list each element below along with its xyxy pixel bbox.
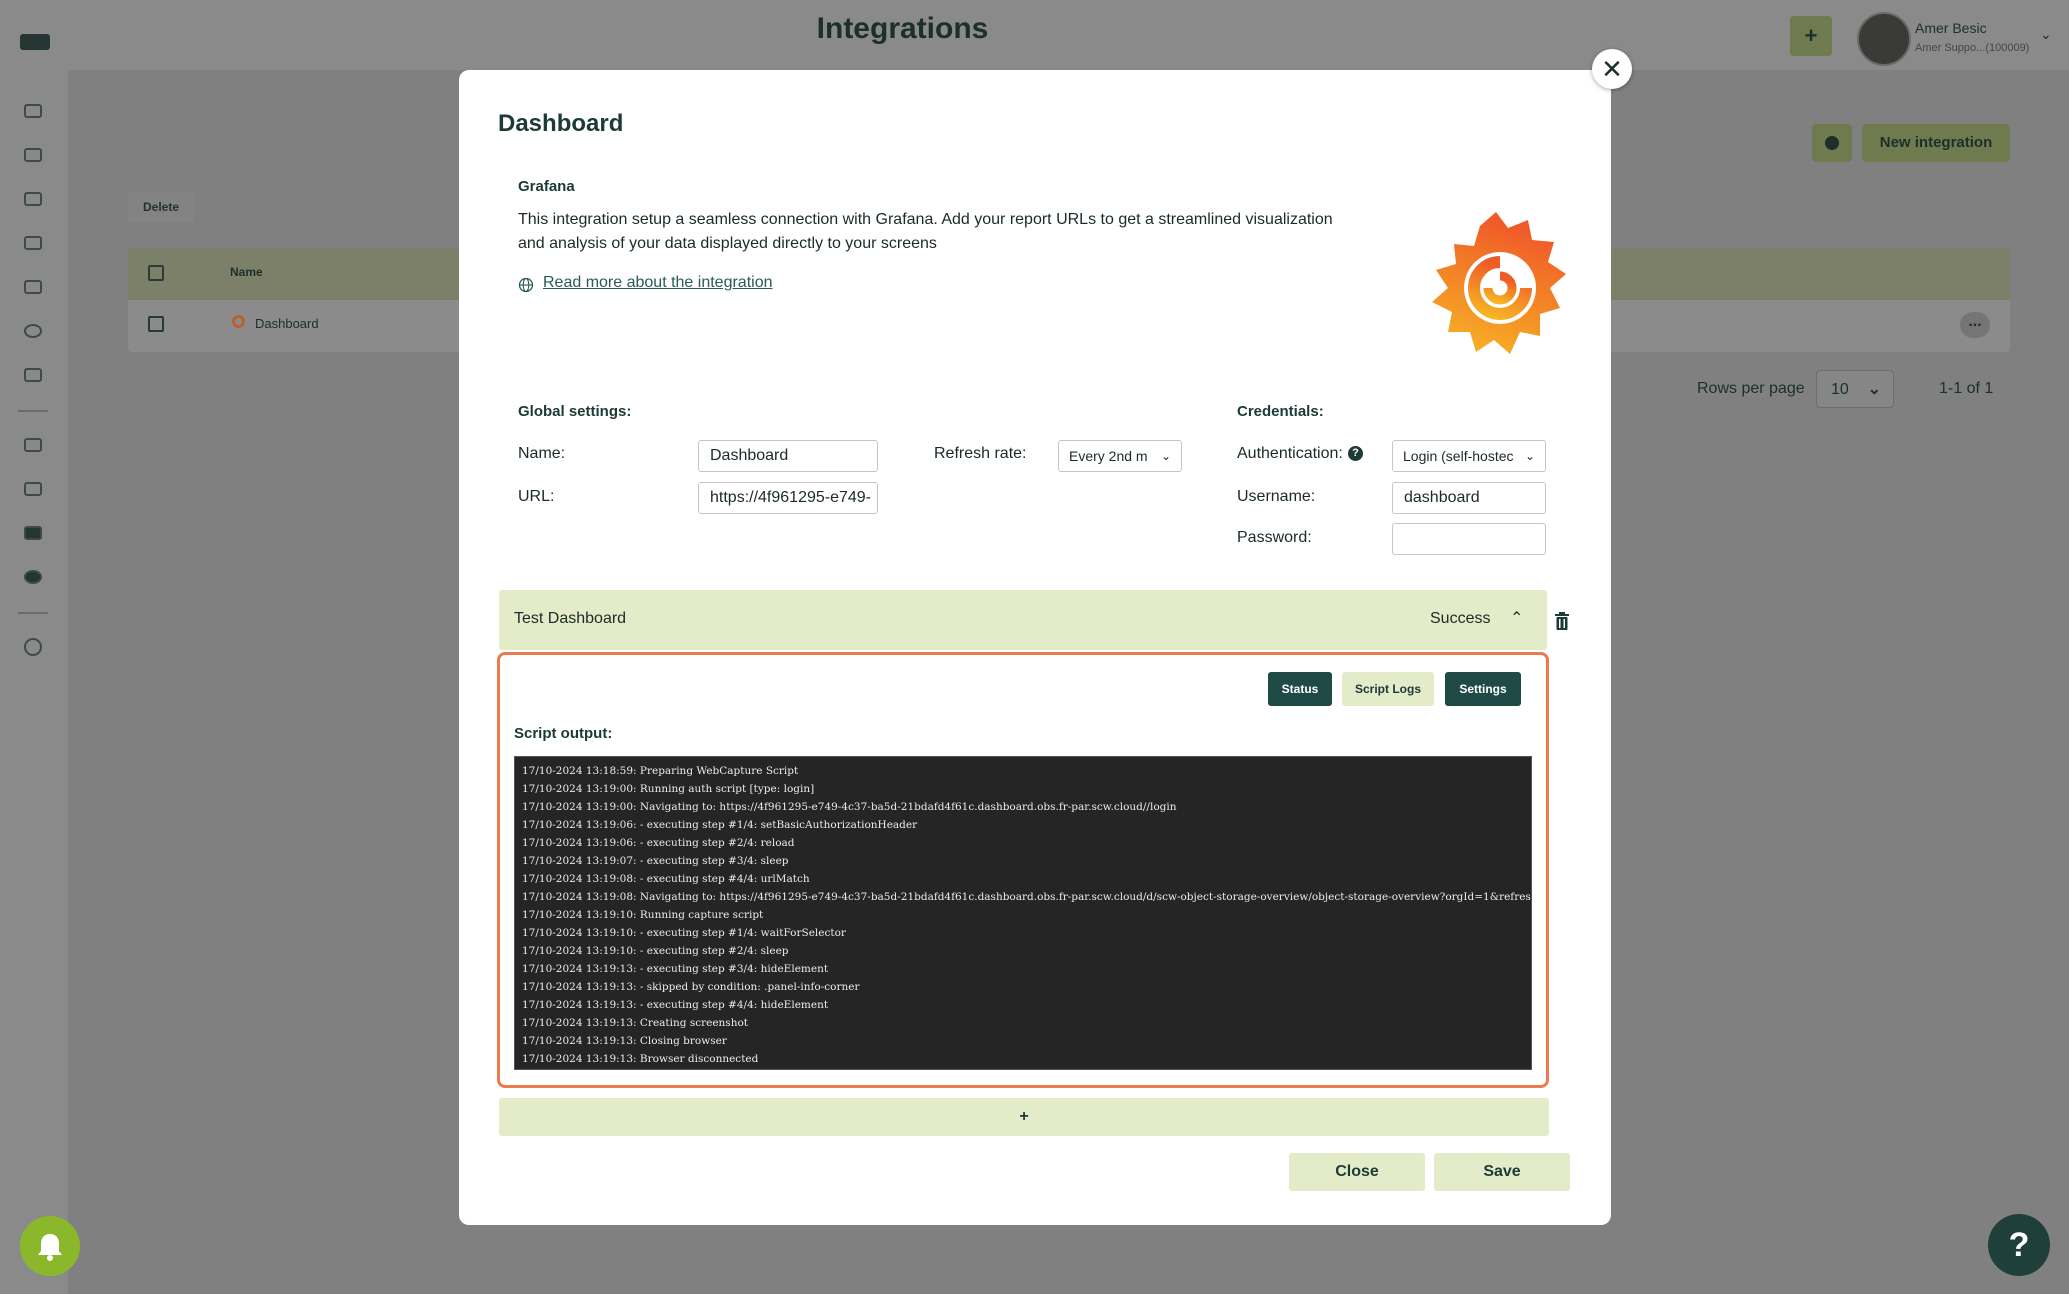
- more-options-button[interactable]: ...: [1960, 312, 1990, 338]
- username-label: Username:: [1237, 488, 1316, 505]
- user-subtitle: Amer Suppo...(100009): [1915, 42, 2030, 54]
- info-icon: [1825, 136, 1839, 150]
- trash-icon[interactable]: [1554, 612, 1570, 630]
- save-button[interactable]: Save: [1434, 1153, 1570, 1191]
- log-line: 17/10-2024 13:19:07: - executing step #3…: [522, 855, 789, 867]
- log-line: 17/10-2024 13:19:13: - executing step #3…: [522, 963, 829, 975]
- select-all-checkbox[interactable]: [148, 265, 164, 281]
- sidebar-divider: [18, 410, 48, 412]
- globe-icon: [518, 277, 534, 293]
- log-line: 17/10-2024 13:19:13: - skipped by condit…: [522, 981, 860, 993]
- log-line: 17/10-2024 13:19:06: - executing step #2…: [522, 837, 795, 849]
- chevron-down-icon[interactable]: ⌄: [2040, 26, 2052, 43]
- log-line: 17/10-2024 13:19:13: Creating screenshot: [522, 1017, 748, 1029]
- grafana-icon: [232, 315, 245, 328]
- password-label: Password:: [1237, 529, 1312, 546]
- close-button[interactable]: Close: [1289, 1153, 1425, 1191]
- page-title: Integrations: [816, 12, 989, 45]
- log-line: 17/10-2024 13:19:08: - executing step #4…: [522, 873, 810, 885]
- rows-per-page-select[interactable]: 10 ⌄: [1816, 370, 1894, 408]
- password-field[interactable]: [1392, 523, 1546, 555]
- log-line: 17/10-2024 13:19:10: Running capture scr…: [522, 909, 764, 921]
- playlist-icon[interactable]: [24, 280, 42, 294]
- global-settings-heading: Global settings:: [518, 403, 632, 420]
- table-row[interactable]: Dashboard: [255, 316, 319, 331]
- status-badge: Success: [1430, 610, 1491, 627]
- bell-icon: [38, 1234, 62, 1261]
- close-icon[interactable]: ✕: [1592, 49, 1632, 89]
- new-integration-button[interactable]: New integration: [1862, 124, 2010, 162]
- log-line: 17/10-2024 13:19:13: Browser disconnecte…: [522, 1053, 759, 1065]
- add-button[interactable]: +: [1790, 16, 1832, 56]
- test-dashboard-accordion[interactable]: [499, 590, 1547, 650]
- authentication-label: Authentication:: [1237, 445, 1343, 462]
- username-field[interactable]: dashboard: [1392, 482, 1546, 514]
- chevron-down-icon: ⌄: [1867, 381, 1881, 398]
- log-line: 17/10-2024 13:19:00: Navigating to: http…: [522, 801, 1177, 813]
- info-button[interactable]: [1812, 124, 1852, 162]
- modal-title: Dashboard: [498, 110, 624, 137]
- name-field[interactable]: Dashboard: [698, 440, 878, 472]
- refresh-rate-select[interactable]: Every 2nd m ⌄: [1058, 440, 1182, 472]
- chevron-down-icon: ⌄: [1524, 449, 1535, 463]
- name-label: Name:: [518, 445, 566, 462]
- row-checkbox[interactable]: [148, 316, 164, 332]
- keyboard-icon[interactable]: [24, 482, 42, 496]
- dashboard-icon[interactable]: [24, 104, 42, 118]
- script-output-label: Script output:: [514, 725, 613, 742]
- help-button[interactable]: ?: [1988, 1214, 2050, 1276]
- tab-script-logs[interactable]: Script Logs: [1342, 672, 1434, 706]
- media-icon[interactable]: [24, 236, 42, 250]
- integrations-icon[interactable]: [24, 324, 42, 338]
- log-line: 17/10-2024 13:19:08: Navigating to: http…: [522, 891, 1532, 903]
- log-line: 17/10-2024 13:18:59: Preparing WebCaptur…: [522, 765, 799, 777]
- log-line: 17/10-2024 13:19:10: - executing step #1…: [522, 927, 846, 939]
- script-output-console: 17/10-2024 13:18:59: Preparing WebCaptur…: [514, 756, 1532, 1070]
- credentials-heading: Credentials:: [1237, 403, 1324, 420]
- log-line: 17/10-2024 13:19:10: - executing step #2…: [522, 945, 789, 957]
- edit-icon[interactable]: [24, 192, 42, 206]
- accordion-title: Test Dashboard: [514, 610, 627, 627]
- url-label: URL:: [518, 488, 555, 505]
- grafana-logo: [1432, 212, 1566, 354]
- tab-status[interactable]: Status: [1268, 672, 1332, 706]
- read-more-link[interactable]: Read more about the integration: [543, 274, 772, 292]
- help-tooltip-icon[interactable]: ?: [1348, 446, 1363, 461]
- log-line: 17/10-2024 13:19:00: Running auth script…: [522, 783, 815, 795]
- screens-icon[interactable]: [24, 148, 42, 162]
- delete-button[interactable]: Delete: [128, 192, 194, 222]
- pagination-range: 1-1 of 1: [1939, 380, 1994, 397]
- notifications-button[interactable]: [20, 1216, 80, 1276]
- url-field[interactable]: https://4f961295-e749-: [698, 482, 878, 514]
- refresh-rate-label: Refresh rate:: [934, 445, 1027, 462]
- device-icon[interactable]: [24, 526, 42, 540]
- user-name: Amer Besic: [1915, 20, 1987, 36]
- sidebar: [0, 0, 69, 1294]
- integration-description: This integration setup a seamless connec…: [518, 211, 1333, 252]
- add-test-button[interactable]: +: [499, 1098, 1549, 1136]
- integration-name: Grafana: [518, 178, 575, 195]
- log-line: 17/10-2024 13:19:13: - executing step #4…: [522, 999, 829, 1011]
- authentication-select[interactable]: Login (self-hostec ⌄: [1392, 440, 1546, 472]
- chevron-up-icon[interactable]: ⌃: [1510, 608, 1523, 628]
- schedule-icon[interactable]: [24, 368, 42, 382]
- log-line: 17/10-2024 13:19:06: - executing step #1…: [522, 819, 918, 831]
- alerts-icon[interactable]: [24, 438, 42, 452]
- tab-settings[interactable]: Settings: [1445, 672, 1521, 706]
- chevron-down-icon: ⌄: [1160, 449, 1171, 463]
- sidebar-divider: [18, 612, 48, 614]
- avatar[interactable]: [1857, 12, 1911, 66]
- log-line: 17/10-2024 13:19:13: Closing browser: [522, 1035, 727, 1047]
- expand-icon[interactable]: [24, 638, 42, 656]
- warning-icon[interactable]: [24, 570, 42, 584]
- rows-per-page-label: Rows per page: [1697, 380, 1805, 397]
- column-header-name: Name: [230, 265, 263, 279]
